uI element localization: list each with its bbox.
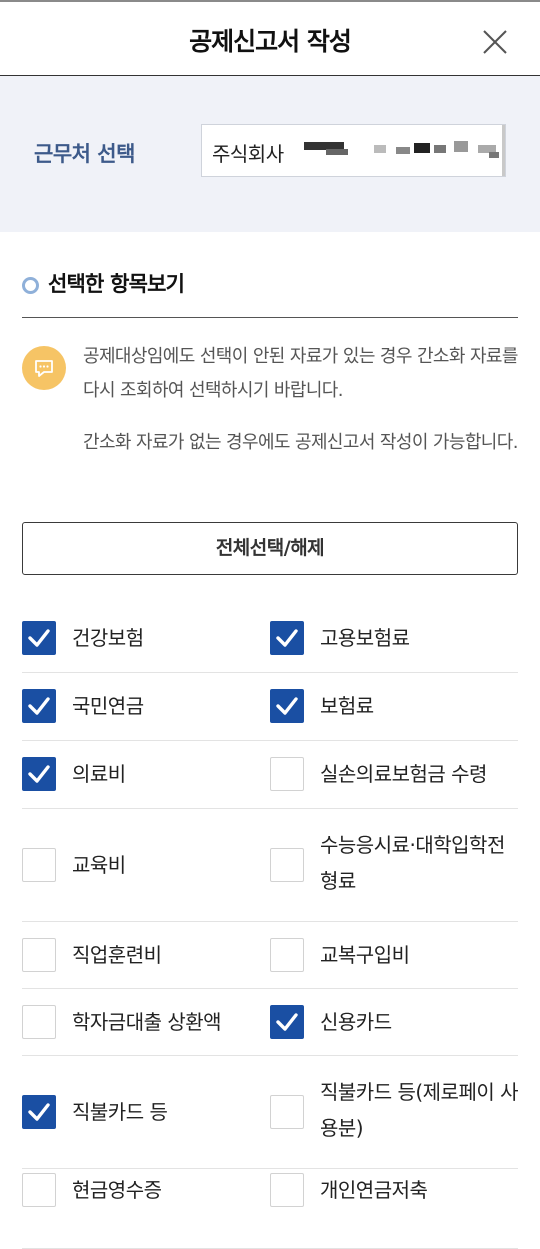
modal-header: 공제신고서 작성 (0, 2, 540, 76)
checkbox-label: 교육비 (72, 853, 126, 877)
checkbox-checked[interactable] (22, 757, 56, 791)
checkbox-label: 직불카드 등(제로페이 사용분) (320, 1080, 519, 1140)
section-title: 선택한 항목보기 (48, 272, 185, 296)
check-icon (276, 1013, 298, 1031)
checkbox-checked[interactable] (270, 1005, 304, 1039)
checkbox-item[interactable]: 신용카드 (270, 988, 518, 1055)
section-header: 선택한 항목보기 (22, 268, 518, 318)
checkbox-label: 직업훈련비 (72, 943, 162, 967)
checkbox-label: 현금영수증 (72, 1178, 162, 1202)
check-icon (28, 697, 50, 715)
checkbox-unchecked[interactable] (270, 1095, 304, 1129)
checkbox-row: 직업훈련비 교복구입비 (22, 921, 518, 989)
speech-bubble-icon (22, 346, 66, 390)
checkbox-label: 보험료 (320, 694, 374, 718)
checkbox-checked[interactable] (270, 689, 304, 723)
checkbox-label: 수능응시료·대학입학전형료 (320, 833, 505, 893)
checkbox-item[interactable]: 수능응시료·대학입학전형료 (270, 808, 518, 921)
checkbox-item[interactable]: 개인연금저축 (270, 1168, 518, 1248)
checkbox-row: 직불카드 등 직불카드 등(제로페이 사용분) (22, 1055, 519, 1169)
check-icon (276, 629, 298, 647)
checkbox-unchecked[interactable] (22, 938, 56, 972)
workplace-selected-value: 주식회사 (212, 142, 284, 166)
checkbox-label: 건강보험 (72, 626, 144, 650)
close-button[interactable] (480, 27, 510, 57)
redacted-mask (294, 125, 505, 176)
checkbox-label: 개인연금저축 (320, 1178, 428, 1202)
checkbox-item[interactable]: 고용보험료 (270, 604, 518, 672)
checkbox-unchecked[interactable] (22, 1005, 56, 1039)
checkbox-row: 건강보험 고용보험료 (22, 604, 518, 673)
checkbox-label: 신용카드 (320, 1010, 392, 1034)
ring-bullet-icon (22, 277, 39, 294)
checkbox-item[interactable]: 직불카드 등(제로페이 사용분) (270, 1055, 519, 1168)
checkbox-checked[interactable] (22, 1095, 56, 1129)
close-icon (483, 30, 507, 54)
checkbox-checked[interactable] (270, 621, 304, 655)
checkbox-row: 현금영수증 개인연금저축 (22, 1168, 518, 1249)
checkbox-item[interactable]: 학자금대출 상환액 (22, 988, 270, 1055)
checkbox-row: 학자금대출 상환액 신용카드 (22, 988, 518, 1056)
checkbox-item[interactable]: 의료비 (22, 740, 270, 808)
workplace-label: 근무처 선택 (34, 142, 135, 166)
checkbox-row: 교육비 수능응시료·대학입학전형료 (22, 808, 518, 922)
checkbox-label: 고용보험료 (320, 626, 410, 650)
checkbox-label: 의료비 (72, 762, 126, 786)
select-all-toggle-button[interactable]: 전체선택/해제 (22, 522, 518, 575)
checkbox-label: 국민연금 (72, 694, 144, 718)
checkbox-unchecked[interactable] (22, 1173, 56, 1207)
checkbox-unchecked[interactable] (270, 1173, 304, 1207)
checkbox-checked[interactable] (22, 689, 56, 723)
checkbox-unchecked[interactable] (22, 848, 56, 882)
checkbox-item[interactable]: 교육비 (22, 808, 270, 921)
checkbox-item[interactable]: 보험료 (270, 672, 518, 740)
checkbox-row: 의료비 실손의료보험금 수령 (22, 740, 518, 809)
checkbox-item[interactable]: 국민연금 (22, 672, 270, 740)
checkbox-item[interactable]: 건강보험 (22, 604, 270, 672)
checkbox-unchecked[interactable] (270, 848, 304, 882)
checkbox-unchecked[interactable] (270, 938, 304, 972)
checkbox-item[interactable]: 교복구입비 (270, 921, 518, 988)
check-icon (28, 1103, 50, 1121)
notice-text-2: 간소화 자료가 없는 경우에도 공제신고서 작성이 가능합니다. (83, 432, 518, 453)
notice-text-1: 공제대상임에도 선택이 안된 자료가 있는 경우 간소화 자료를 다시 조회하여… (83, 346, 518, 401)
check-icon (276, 697, 298, 715)
checkbox-label: 직불카드 등 (72, 1100, 168, 1124)
checkbox-checked[interactable] (22, 621, 56, 655)
checkbox-item[interactable]: 직불카드 등 (22, 1055, 270, 1168)
checkbox-label: 실손의료보험금 수령 (320, 762, 487, 786)
check-icon (28, 629, 50, 647)
check-icon (28, 765, 50, 783)
checkbox-label: 학자금대출 상환액 (72, 1010, 222, 1034)
select-scroll-edge (502, 125, 505, 176)
workplace-select[interactable]: 주식회사 (201, 124, 506, 177)
checkbox-item[interactable]: 현금영수증 (22, 1168, 270, 1248)
checkbox-unchecked[interactable] (270, 757, 304, 791)
checkbox-item[interactable]: 실손의료보험금 수령 (270, 740, 518, 808)
checkbox-item[interactable]: 직업훈련비 (22, 921, 270, 988)
checkbox-row: 국민연금 보험료 (22, 672, 518, 741)
workplace-panel: 근무처 선택 주식회사 (0, 76, 540, 232)
checkbox-label: 교복구입비 (320, 943, 410, 967)
page-title: 공제신고서 작성 (189, 27, 352, 56)
